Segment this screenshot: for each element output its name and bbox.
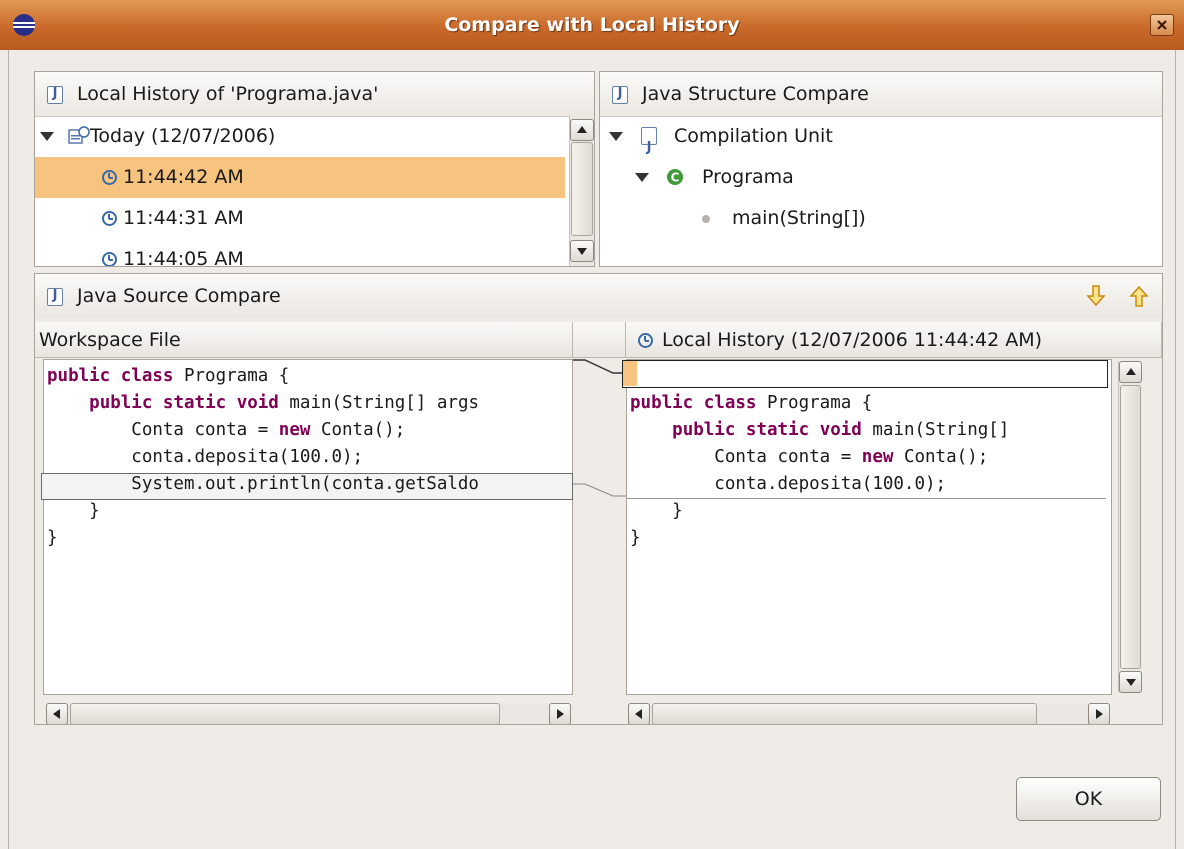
left-column-header: Workspace File: [35, 322, 573, 358]
arrow-up-icon: [1125, 368, 1136, 375]
tree-item-label: Programa: [702, 166, 794, 188]
code-line: }: [630, 528, 641, 548]
local-history-label: Local History (12/07/2006 11:44:42 AM): [662, 329, 1043, 351]
local-history-panel: Local History of 'Programa.java' Today (…: [34, 71, 595, 267]
scroll-up-button[interactable]: [570, 119, 594, 141]
history-scrollbar[interactable]: [569, 116, 594, 266]
scroll-thumb[interactable]: [571, 142, 593, 236]
panel-title: Java Structure Compare: [642, 83, 869, 105]
clock-icon: [102, 252, 117, 266]
java-file-icon: [612, 86, 628, 104]
left-code: public class Programa { public static vo…: [43, 361, 572, 681]
left-horizontal-scrollbar[interactable]: [46, 703, 571, 724]
scroll-up-button[interactable]: [1119, 361, 1142, 383]
arrow-down-icon[interactable]: [1086, 284, 1106, 308]
tree-item-method[interactable]: main(String[]): [600, 198, 1160, 239]
calendar-icon: [68, 126, 90, 144]
history-group-today[interactable]: Today (12/07/2006): [35, 116, 565, 157]
tree-item-compilation-unit[interactable]: Compilation Unit: [600, 116, 1160, 168]
class-icon: C: [667, 169, 683, 185]
history-entry[interactable]: 11:44:31 AM: [35, 198, 565, 239]
method-dot-icon: [702, 215, 710, 223]
code-line: Conta conta = new Conta();: [47, 420, 406, 440]
history-entry-label: 11:44:05 AM: [123, 248, 244, 267]
history-entry[interactable]: 11:44:05 AM: [35, 239, 565, 267]
code-line: Conta conta = new Conta();: [630, 447, 989, 467]
history-group-label: Today (12/07/2006): [90, 125, 276, 147]
code-line: public class Programa {: [47, 366, 290, 386]
arrow-up-icon[interactable]: [1129, 284, 1149, 308]
code-line: }: [47, 528, 58, 548]
scroll-thumb[interactable]: [70, 703, 500, 724]
right-column-header: Local History (12/07/2006 11:44:42 AM): [626, 322, 1162, 358]
expand-triangle-icon[interactable]: [40, 132, 54, 141]
panel-header: Java Structure Compare: [600, 72, 1162, 117]
panel-header: Local History of 'Programa.java': [35, 72, 594, 117]
arrow-up-icon: [577, 126, 587, 133]
scroll-left-button[interactable]: [628, 703, 650, 724]
code-line: public static void main(String[]: [672, 420, 1010, 440]
close-button[interactable]: [1150, 14, 1174, 36]
history-entry-selected[interactable]: 11:44:42 AM: [35, 157, 565, 198]
scroll-thumb[interactable]: [1120, 385, 1141, 669]
panel-title: Java Source Compare: [77, 285, 281, 307]
diff-connector: [573, 359, 626, 497]
java-file-icon: [47, 288, 63, 306]
code-line: System.out.println(conta.getSaldo: [47, 474, 479, 494]
arrow-right-icon: [1096, 709, 1103, 719]
svg-text:C: C: [671, 171, 680, 185]
right-vertical-scrollbar[interactable]: [1118, 361, 1142, 693]
tree-item-class[interactable]: C Programa: [600, 157, 1160, 198]
clock-icon: [102, 211, 117, 226]
scroll-right-button[interactable]: [1088, 703, 1110, 724]
arrow-down-icon: [577, 248, 587, 255]
arrow-left-icon: [635, 709, 642, 719]
arrow-down-icon: [1125, 679, 1136, 686]
scroll-right-button[interactable]: [549, 703, 571, 724]
ok-button[interactable]: OK: [1016, 777, 1161, 821]
code-line: public class Programa {: [630, 393, 873, 413]
panel-title: Local History of 'Programa.java': [77, 83, 379, 105]
right-horizontal-scrollbar[interactable]: [628, 703, 1110, 724]
close-icon: [1157, 20, 1167, 30]
scroll-down-button[interactable]: [1119, 671, 1142, 693]
title-bar: Compare with Local History: [0, 0, 1184, 50]
code-line: conta.deposita(100.0);: [630, 474, 947, 494]
history-entry-label: 11:44:42 AM: [123, 166, 244, 188]
code-line: public static void main(String[] args: [89, 393, 480, 413]
scroll-down-button[interactable]: [570, 240, 594, 262]
structure-compare-panel: Java Structure Compare Compilation Unit …: [599, 71, 1163, 267]
center-column-header: [573, 322, 626, 358]
right-code: public class Programa { public static vo…: [626, 361, 1105, 681]
panel-header: Java Source Compare: [35, 274, 1162, 318]
expand-triangle-icon[interactable]: [609, 132, 623, 141]
code-line: conta.deposita(100.0);: [47, 447, 364, 467]
clock-icon: [102, 170, 117, 185]
arrow-right-icon: [557, 709, 564, 719]
java-file-icon: [47, 86, 63, 104]
history-entry-label: 11:44:31 AM: [123, 207, 244, 229]
scroll-left-button[interactable]: [46, 703, 68, 724]
window-title: Compare with Local History: [444, 14, 740, 36]
arrow-left-icon: [53, 709, 60, 719]
workspace-file-label: Workspace File: [39, 329, 181, 351]
tree-item-label: main(String[]): [732, 207, 866, 229]
code-line: }: [47, 501, 100, 521]
clock-icon: [638, 333, 653, 348]
expand-triangle-icon[interactable]: [635, 173, 649, 182]
code-line: }: [630, 501, 683, 521]
source-compare-panel: Java Source Compare Workspace File Local…: [34, 273, 1163, 725]
tree-item-label: Compilation Unit: [674, 125, 833, 147]
java-file-icon: [641, 127, 657, 168]
scroll-thumb[interactable]: [652, 703, 1037, 724]
